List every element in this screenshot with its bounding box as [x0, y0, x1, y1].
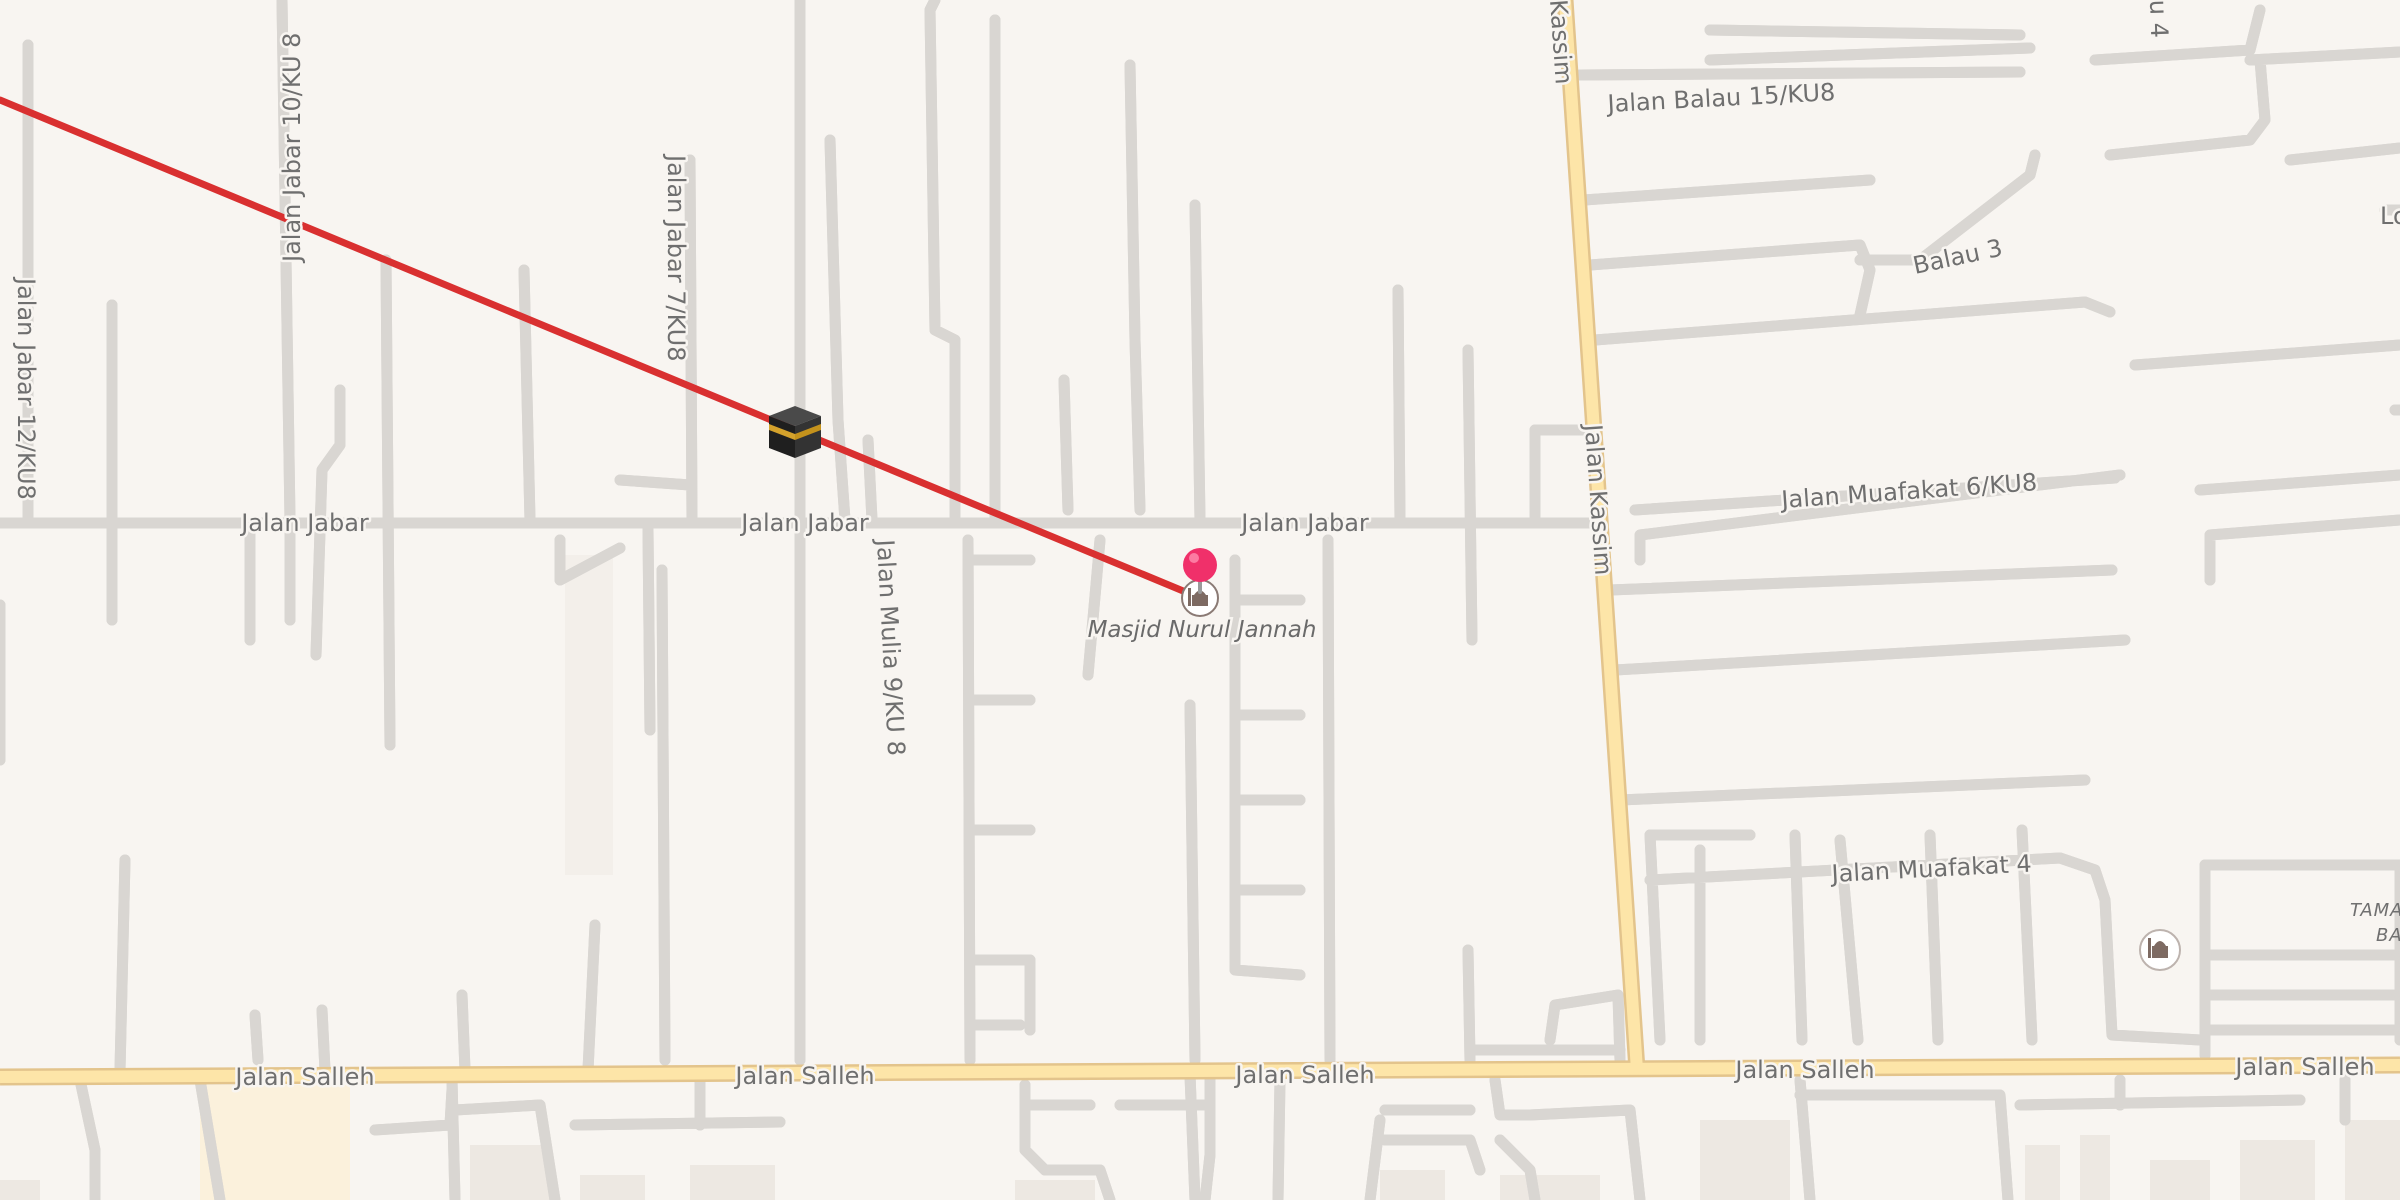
road-label-jalan-jabar-2: Jalan Jabar [739, 509, 869, 537]
road-label-jalan-jabar-7: Jalan Jabar 7/KU8 [662, 153, 690, 362]
road-label-jalan-jabar-12: Jalan Jabar 12/KU8 [12, 276, 40, 500]
road-label-jalan-salleh-4: Jalan Salleh [1733, 1056, 1874, 1084]
road-label-jalan-jabar-10: Jalan Jabar 10/KU 8 [278, 33, 306, 264]
mosque-label[interactable]: Masjid Nurul Jannah [1085, 615, 1319, 646]
mosque-icon-2[interactable] [2139, 929, 2181, 971]
kaaba-icon[interactable] [769, 406, 821, 458]
road-label-jalan-jabar-1: Jalan Jabar [239, 509, 369, 537]
road-label-jalan-salleh-5: Jalan Salleh [2233, 1053, 2374, 1081]
road-label-jalan-salleh-1: Jalan Salleh [233, 1063, 374, 1091]
mosque-icon-body [1192, 595, 1208, 606]
road-label-jalan-salleh-3: Jalan Salleh [1233, 1061, 1374, 1089]
map-canvas[interactable]: Jalan Jabar 12/KU8 Jalan Jabar 10/KU 8 J… [0, 0, 2400, 1200]
road-label-right-edge-partial: Lo [2380, 202, 2400, 230]
road-label-jalan-jabar-3: Jalan Jabar [1239, 509, 1369, 537]
road-label-kassim: Kassim [1544, 0, 1578, 85]
area-label-line2: BA [2376, 925, 2400, 946]
road-label-top-right-partial: u 4 [2144, 0, 2173, 38]
road-label-jalan-salleh-2: Jalan Salleh [733, 1062, 874, 1090]
area-label-line1: TAMA [2350, 900, 2400, 921]
mosque-icon-minaret [1188, 588, 1191, 606]
